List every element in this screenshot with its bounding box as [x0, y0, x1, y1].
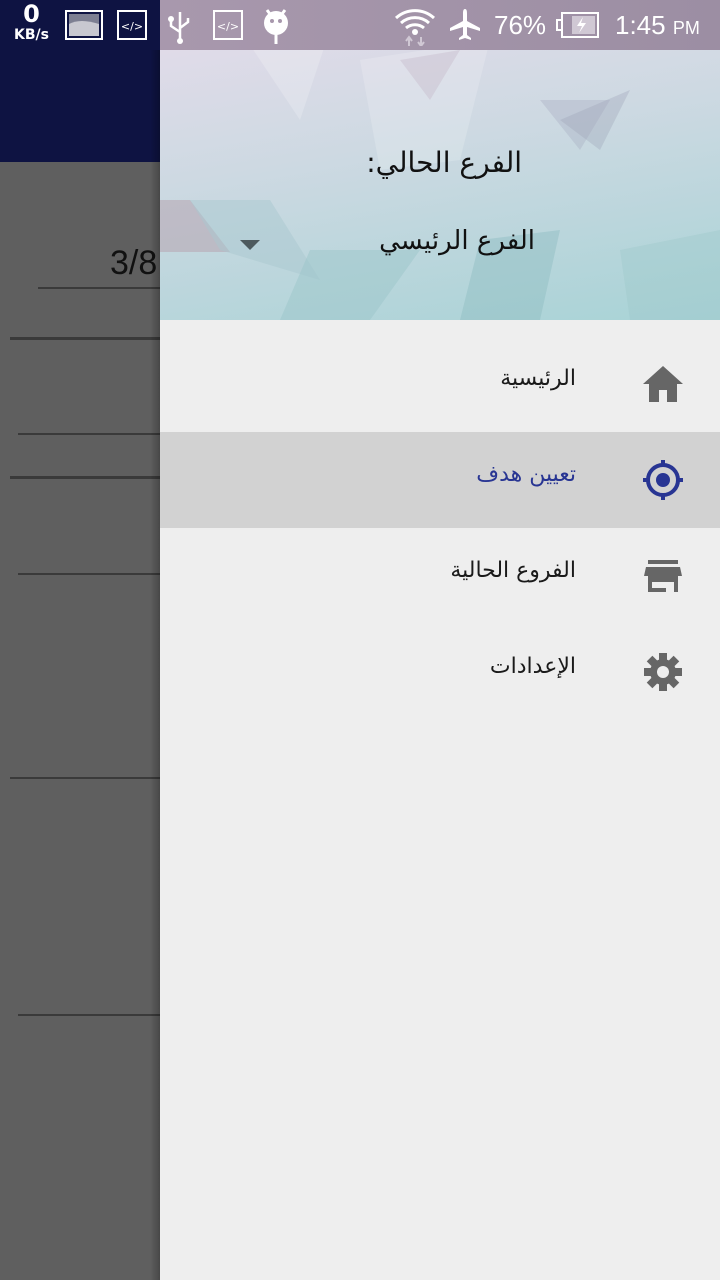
divider [10, 337, 160, 340]
usb-icon [168, 12, 190, 44]
status-bar: 0 KB/s </> </> 76% 1:45 PM [0, 0, 720, 50]
input-underline [18, 433, 160, 435]
menu-item-label: الرئيسية [500, 366, 576, 391]
dropdown-caret-icon[interactable] [240, 240, 260, 250]
menu-item-home[interactable]: الرئيسية [160, 336, 720, 432]
clock-suffix: PM [672, 18, 700, 38]
menu-item-label: تعيين هدف [476, 462, 576, 487]
store-icon [644, 560, 682, 592]
target-icon [643, 460, 683, 500]
battery-charging-icon [556, 12, 599, 38]
input-underline [38, 287, 160, 289]
battery-percent: 76% [494, 10, 547, 40]
wifi-icon [394, 9, 436, 46]
code-icon: </> [213, 10, 243, 40]
divider [10, 476, 160, 479]
clock: 1:45 PM [615, 10, 700, 41]
branch-dropdown-value[interactable]: الفرع الرئيسي [379, 226, 535, 256]
svg-text:</>: </> [217, 20, 239, 33]
input-underline [18, 1014, 160, 1016]
menu-item-current-branches[interactable]: الفروع الحالية [160, 528, 720, 624]
navigation-drawer: الفرع الحالي: الفرع الرئيسي الرئيسية تعي… [160, 0, 720, 1280]
image-icon [65, 10, 103, 40]
svg-text:</>: </> [121, 20, 143, 33]
divider [10, 777, 160, 779]
home-icon [643, 366, 683, 402]
input-underline [18, 573, 160, 575]
gear-icon [644, 653, 682, 691]
menu-item-label: الإعدادات [489, 654, 576, 679]
menu-item-label: الفروع الحالية [450, 558, 576, 583]
net-speed: 0 KB/s [14, 2, 49, 42]
drawer-shadow [150, 50, 160, 1280]
clock-time: 1:45 [615, 10, 666, 40]
menu-item-set-target[interactable]: تعيين هدف [160, 432, 720, 528]
net-speed-value: 0 [23, 0, 40, 28]
airplane-icon [450, 9, 480, 40]
net-speed-unit: KB/s [14, 27, 49, 43]
android-icon [264, 9, 288, 44]
menu-item-settings[interactable]: الإعدادات [160, 624, 720, 720]
code-icon: </> [117, 10, 147, 40]
current-branch-label: الفرع الحالي: [366, 146, 522, 179]
